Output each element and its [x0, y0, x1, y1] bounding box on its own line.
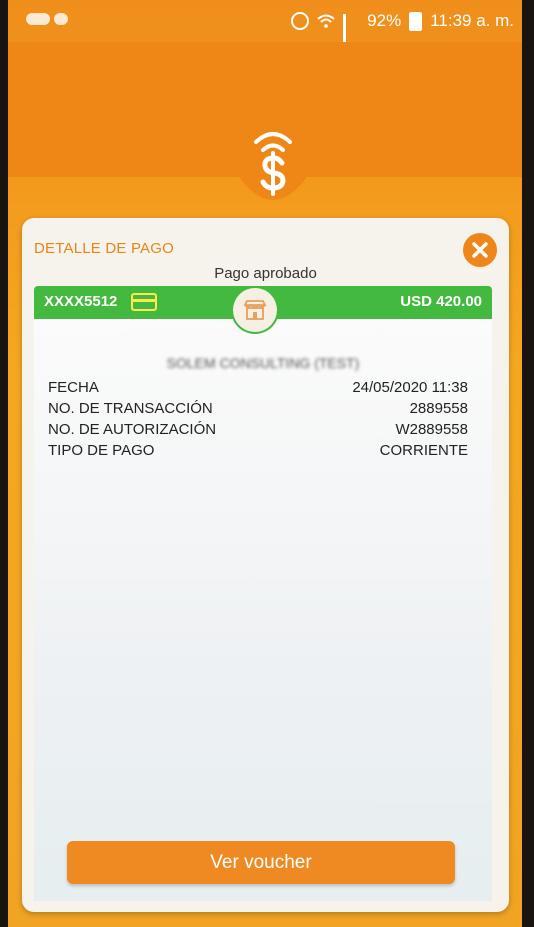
row-value: 24/05/2020 11:38: [352, 379, 468, 396]
card-title: DETALLE DE PAGO: [34, 240, 174, 257]
receipt-panel: SOLEM CONSULTING (TEST) FECHA 24/05/2020…: [34, 319, 492, 901]
alarm-icon: [291, 12, 310, 30]
row-label: NO. DE TRANSACCIÓN: [48, 400, 213, 417]
row-value: 2889558: [409, 400, 468, 417]
credit-card-icon: [131, 293, 157, 311]
wifi-icon: [317, 14, 335, 28]
row-label: FECHA: [48, 379, 99, 396]
battery-icon: [409, 11, 423, 31]
signal-icon: [343, 14, 359, 49]
wireless-dollar-icon: [254, 132, 292, 196]
row-value: W2889558: [395, 421, 468, 438]
detail-row: NO. DE AUTORIZACIÓN W2889558: [48, 421, 468, 442]
close-button[interactable]: [463, 233, 497, 267]
close-icon: [472, 242, 488, 258]
app-screen: 92% 11:39 a. m. DETALLE DE PAGO Pago apr…: [8, 0, 522, 927]
view-voucher-button[interactable]: Ver voucher: [67, 841, 455, 884]
card-number: XXXX5512: [44, 293, 118, 310]
store-badge: [233, 288, 277, 332]
merchant-name: SOLEM CONSULTING (TEST): [166, 355, 360, 371]
detail-rows: FECHA 24/05/2020 11:38 NO. DE TRANSACCIÓ…: [48, 379, 468, 463]
row-label: TIPO DE PAGO: [48, 442, 155, 459]
detail-row: TIPO DE PAGO CORRIENTE: [48, 442, 468, 463]
status-text: Pago aprobado: [214, 265, 317, 282]
detail-row: NO. DE TRANSACCIÓN 2889558: [48, 400, 468, 421]
payment-amount: USD 420.00: [400, 293, 482, 310]
detail-row: FECHA 24/05/2020 11:38: [48, 379, 468, 400]
payment-detail-card: DETALLE DE PAGO Pago aprobado XXXX5512 U…: [22, 218, 509, 912]
status-bar: 92% 11:39 a. m.: [8, 0, 522, 49]
clock: 11:39 a. m.: [430, 11, 514, 30]
row-value: CORRIENTE: [379, 442, 468, 459]
store-icon: [243, 300, 267, 320]
row-label: NO. DE AUTORIZACIÓN: [48, 421, 217, 438]
notification-icons: [26, 10, 86, 25]
battery-percent: 92%: [367, 11, 402, 30]
